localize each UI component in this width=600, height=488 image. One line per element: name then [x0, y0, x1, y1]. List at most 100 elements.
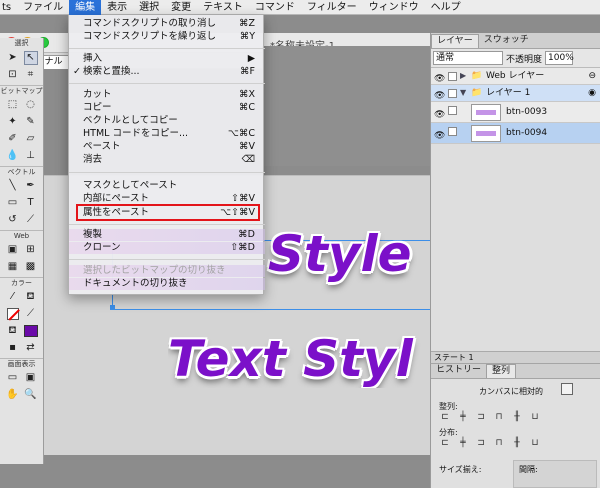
align-left-icon[interactable]: ⊏ — [439, 412, 451, 422]
menu-view[interactable]: 表示 — [101, 0, 133, 15]
expand-triangle-icon[interactable]: ▶ — [460, 68, 466, 84]
menu-help[interactable]: ヘルプ — [425, 0, 467, 15]
lock-checkbox[interactable] — [448, 127, 457, 136]
paint-bucket-tool-icon[interactable]: ⛾ — [24, 290, 38, 304]
menu-item-clear[interactable]: 消去 ⌫ — [69, 154, 265, 166]
pointer-tool-icon[interactable]: ➤ — [6, 51, 20, 65]
magic-wand-tool-icon[interactable]: ✦ — [6, 115, 20, 129]
knife-tool-icon[interactable]: ⟋ — [24, 213, 38, 227]
layer-options-icon[interactable]: ⊖ — [588, 68, 596, 84]
tab-swatches[interactable]: スウォッチ — [479, 34, 534, 48]
lasso-tool-icon[interactable]: ◌ — [24, 98, 38, 112]
eraser-tool-icon[interactable]: ▱ — [24, 132, 38, 146]
menu-item-shortcut: ⌥⌘C — [227, 128, 255, 139]
menu-item-copy[interactable]: コピー ⌘C — [69, 102, 265, 114]
hand-tool-icon[interactable]: ✋ — [6, 388, 20, 402]
relative-to-canvas-button[interactable] — [561, 383, 573, 395]
menu-item-cut[interactable]: カット ⌘X — [69, 89, 265, 101]
canvas-text-text-style[interactable]: Text Styl — [168, 330, 430, 388]
align-right-icon[interactable]: ⊐ — [475, 412, 487, 422]
distribute-bottom-icon[interactable]: ⊔ — [529, 438, 541, 448]
default-colors-icon[interactable]: ▪ — [6, 341, 20, 355]
menu-item-clone[interactable]: クローン ⇧⌘D — [69, 242, 265, 254]
brush-tool-icon[interactable]: ✎ — [24, 115, 38, 129]
menu-item-paste[interactable]: ペースト ⌘V — [69, 141, 265, 153]
menu-separator — [69, 259, 265, 260]
marquee-tool-icon[interactable]: ⬚ — [6, 98, 20, 112]
rubber-stamp-tool-icon[interactable]: ⊥ — [24, 149, 38, 163]
menu-file[interactable]: ファイル — [17, 0, 69, 15]
layer-row-btn-0094[interactable]: 👁 btn-0094 — [431, 123, 600, 144]
distribute-center-h-icon[interactable]: ╪ — [457, 438, 469, 448]
align-bottom-icon[interactable]: ⊔ — [529, 412, 541, 422]
opacity-input[interactable]: 100% — [545, 51, 574, 65]
layer-active-icon[interactable]: ◉ — [588, 85, 596, 101]
stroke-color-icon[interactable] — [6, 307, 20, 321]
slice-tool-icon[interactable]: ⊞ — [24, 243, 38, 257]
pencil-tool-icon[interactable]: ✐ — [6, 132, 20, 146]
lock-checkbox[interactable] — [448, 89, 457, 98]
lock-checkbox[interactable] — [448, 72, 457, 81]
states-footer[interactable]: ステート 1 — [431, 351, 600, 363]
tab-layers[interactable]: レイヤー — [431, 34, 479, 48]
subselection-tool-icon[interactable]: ↖ — [23, 51, 38, 65]
selection-handle[interactable] — [110, 305, 115, 310]
menu-item-redo[interactable]: コマンドスクリプトを繰り返し ⌘Y — [69, 31, 265, 43]
rectangle-tool-icon[interactable]: ▭ — [6, 196, 20, 210]
menu-commands[interactable]: コマンド — [249, 0, 301, 15]
hotspot-tool-icon[interactable]: ▣ — [6, 243, 20, 257]
freeform-tool-icon[interactable]: ↺ — [6, 213, 20, 227]
standard-screen-mode-icon[interactable]: ▭ — [6, 371, 20, 385]
show-slices-icon[interactable]: ▩ — [24, 260, 38, 274]
pencil-stroke-icon[interactable]: ⟋ — [24, 307, 38, 321]
blur-tool-icon[interactable]: 💧 — [6, 149, 20, 163]
menu-select[interactable]: 選択 — [133, 0, 165, 15]
blend-mode-select[interactable]: 通常 — [433, 51, 503, 65]
menu-modify[interactable]: 変更 — [165, 0, 197, 15]
menu-item-label: カット — [83, 89, 112, 100]
full-screen-menus-icon[interactable]: ▣ — [24, 371, 38, 385]
layer-row-btn-0093[interactable]: 👁 btn-0093 — [431, 102, 600, 123]
menu-item-copy-html[interactable]: HTML コードをコピー... ⌥⌘C — [69, 128, 265, 140]
tools-panel: 選択 ➤ ↖ ⊡ ⌗ ビットマップ ⬚ ◌ ✦ ✎ ✐ ▱ 💧 ⊥ ベクトル ╲… — [0, 38, 44, 464]
eye-icon[interactable]: 👁 — [434, 126, 445, 146]
zoom-tool-icon[interactable]: 🔍 — [24, 388, 38, 402]
menu-filters[interactable]: フィルター — [301, 0, 363, 15]
distribute-center-v-icon[interactable]: ╫ — [511, 438, 523, 448]
canvas-text-style[interactable]: Style — [268, 225, 412, 283]
fill-color-icon[interactable] — [23, 324, 38, 338]
distribute-top-icon[interactable]: ⊓ — [493, 438, 505, 448]
menu-item-undo[interactable]: コマンドスクリプトの取り消し ⌘Z — [69, 18, 265, 30]
layer-row-layer1[interactable]: 👁 ▼ 📁 レイヤー 1 ◉ — [431, 85, 600, 102]
crop-tool-icon[interactable]: ⌗ — [24, 68, 38, 82]
menu-item-paste-as-mask[interactable]: マスクとしてペースト — [69, 180, 265, 192]
align-top-icon[interactable]: ⊓ — [493, 412, 505, 422]
expand-triangle-icon[interactable]: ▼ — [460, 85, 466, 101]
menu-item-duplicate[interactable]: 複製 ⌘D — [69, 229, 265, 241]
menu-item-find-replace[interactable]: ✓ 検索と置換... ⌘F — [69, 66, 265, 78]
tab-history[interactable]: ヒストリー — [431, 364, 486, 378]
swap-colors-icon[interactable]: ⇄ — [24, 341, 38, 355]
eye-icon[interactable]: 👁 — [434, 105, 445, 125]
menu-item-insert[interactable]: 挿入 ▶ — [69, 53, 265, 65]
menu-edit[interactable]: 編集 — [69, 0, 102, 15]
distribute-left-icon[interactable]: ⊏ — [439, 438, 451, 448]
layer-row-web[interactable]: 👁 ▶ 📁 Web レイヤー ⊖ — [431, 68, 600, 85]
lock-checkbox[interactable] — [448, 106, 457, 115]
eyedropper-tool-icon[interactable]: ⁄ — [6, 290, 20, 304]
pen-tool-icon[interactable]: ✒ — [24, 179, 38, 193]
distribute-right-icon[interactable]: ⊐ — [475, 438, 487, 448]
fill-bucket-icon[interactable]: ⛾ — [6, 324, 20, 338]
align-center-h-icon[interactable]: ╪ — [457, 412, 469, 422]
tab-align[interactable]: 整列 — [486, 364, 517, 378]
menu-window[interactable]: ウィンドウ — [363, 0, 425, 15]
menu-tools-fragment[interactable]: ts — [0, 0, 17, 15]
menu-item-copy-as-vector[interactable]: ベクトルとしてコピー — [69, 115, 265, 127]
text-tool-icon[interactable]: T — [24, 196, 38, 210]
menu-text[interactable]: テキスト — [197, 0, 249, 15]
menu-item-crop-document[interactable]: ドキュメントの切り抜き — [69, 278, 265, 290]
line-tool-icon[interactable]: ╲ — [6, 179, 20, 193]
scale-tool-icon[interactable]: ⊡ — [6, 68, 20, 82]
align-center-v-icon[interactable]: ╫ — [511, 412, 523, 422]
hide-slices-icon[interactable]: ▦ — [6, 260, 20, 274]
